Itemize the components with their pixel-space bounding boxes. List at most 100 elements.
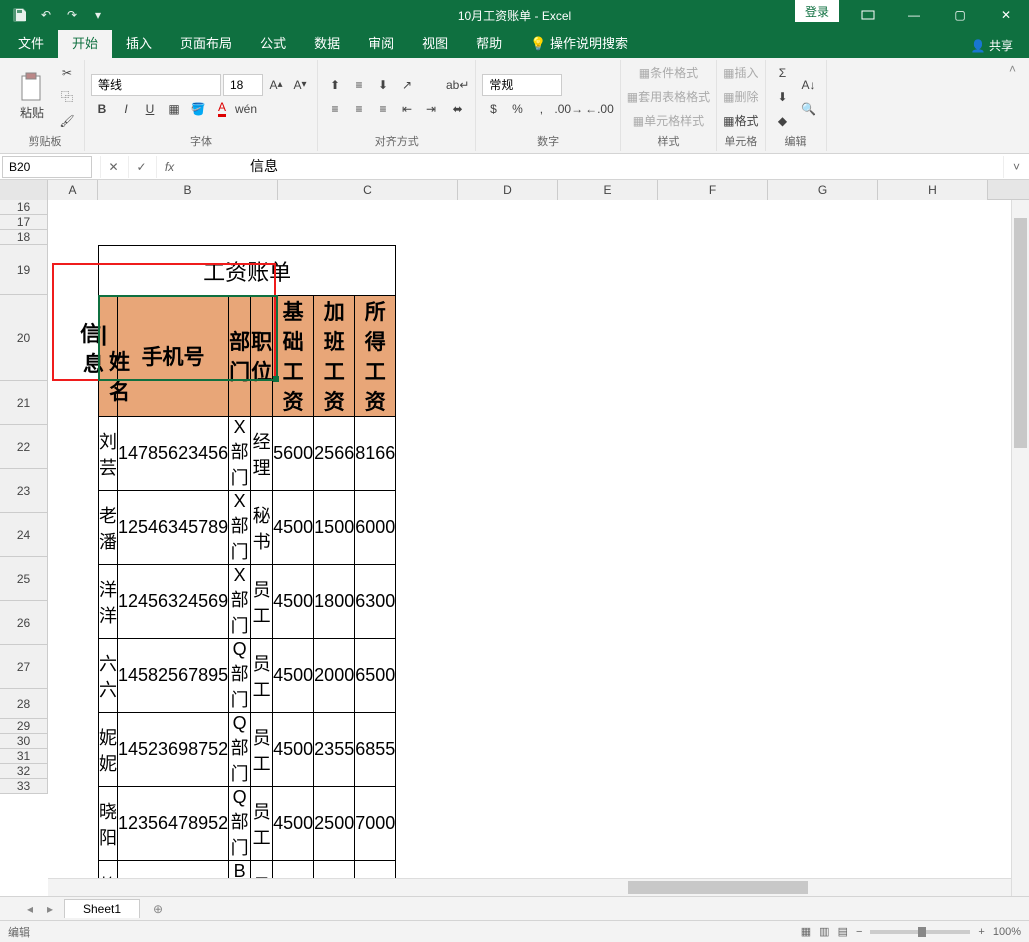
fill-icon[interactable]: ⬇ bbox=[772, 86, 794, 108]
fill-color-icon[interactable]: 🪣 bbox=[187, 98, 209, 120]
cell[interactable]: 2000 bbox=[314, 639, 355, 713]
collapse-ribbon-icon[interactable]: ˄ bbox=[1009, 62, 1025, 78]
indent-inc-icon[interactable]: ⇥ bbox=[420, 98, 442, 120]
copy-icon[interactable]: ⿻ bbox=[56, 86, 78, 108]
cell[interactable]: Q部门 bbox=[229, 713, 251, 787]
vertical-scrollbar[interactable] bbox=[1011, 200, 1029, 896]
indent-dec-icon[interactable]: ⇤ bbox=[396, 98, 418, 120]
tab-file[interactable]: 文件 bbox=[4, 27, 58, 58]
align-middle-icon[interactable]: ≡ bbox=[348, 74, 370, 96]
column-header[interactable]: H bbox=[878, 180, 988, 200]
cell[interactable]: 洋洋 bbox=[99, 565, 118, 639]
cell[interactable]: 14582567895 bbox=[118, 639, 229, 713]
clear-icon[interactable]: ◆ bbox=[772, 110, 794, 132]
shrink-font-icon[interactable]: A▾ bbox=[289, 74, 311, 96]
merge-center-icon[interactable]: ⬌ bbox=[446, 98, 469, 120]
sheet-tab[interactable]: Sheet1 bbox=[64, 899, 140, 918]
tab-review[interactable]: 审阅 bbox=[354, 27, 408, 58]
cell[interactable]: 12356478952 bbox=[118, 787, 229, 861]
cell[interactable]: 经理 bbox=[251, 417, 273, 491]
cell[interactable]: 老潘 bbox=[99, 491, 118, 565]
inc-decimal-icon[interactable]: .00→ bbox=[554, 98, 583, 120]
tab-view[interactable]: 视图 bbox=[408, 27, 462, 58]
ribbon-display-icon[interactable] bbox=[845, 0, 891, 30]
column-header[interactable]: F bbox=[658, 180, 768, 200]
orientation-icon[interactable]: ↗ bbox=[396, 74, 418, 96]
font-size-combo[interactable]: 18 bbox=[223, 74, 263, 96]
percent-icon[interactable]: % bbox=[506, 98, 528, 120]
close-icon[interactable]: ✕ bbox=[983, 0, 1029, 30]
row-header[interactable]: 21 bbox=[0, 381, 48, 425]
save-icon[interactable] bbox=[8, 3, 32, 27]
row-header[interactable]: 31 bbox=[0, 749, 48, 764]
font-color-icon[interactable]: A bbox=[211, 98, 233, 120]
insert-cells-button[interactable]: ▦ 插入 bbox=[723, 62, 758, 84]
column-header[interactable]: G bbox=[768, 180, 878, 200]
view-normal-icon[interactable]: ▦ bbox=[801, 925, 811, 938]
border-icon[interactable]: ▦ bbox=[163, 98, 185, 120]
cell[interactable]: 晓阳 bbox=[99, 787, 118, 861]
row-header[interactable]: 32 bbox=[0, 764, 48, 779]
cell[interactable]: X部门 bbox=[229, 417, 251, 491]
cell[interactable]: 6000 bbox=[355, 491, 396, 565]
formula-input[interactable]: 信息 bbox=[190, 156, 1003, 178]
cell[interactable]: 12546345789 bbox=[118, 491, 229, 565]
tab-insert[interactable]: 插入 bbox=[112, 27, 166, 58]
cell[interactable]: Q部门 bbox=[229, 787, 251, 861]
cell[interactable]: 4500 bbox=[273, 639, 314, 713]
delete-cells-button[interactable]: ▦ 删除 bbox=[723, 86, 758, 108]
tab-layout[interactable]: 页面布局 bbox=[166, 27, 246, 58]
confirm-edit-icon[interactable]: ✓ bbox=[128, 156, 154, 178]
wrap-text-icon[interactable]: ab↵ bbox=[446, 74, 469, 96]
format-cells-button[interactable]: ▦ 格式 bbox=[723, 110, 758, 132]
zoom-level[interactable]: 100% bbox=[993, 926, 1021, 938]
align-right-icon[interactable]: ≡ bbox=[372, 98, 394, 120]
cell[interactable]: 6500 bbox=[355, 639, 396, 713]
bold-icon[interactable]: B bbox=[91, 98, 113, 120]
row-header[interactable]: 22 bbox=[0, 425, 48, 469]
row-header[interactable]: 18 bbox=[0, 230, 48, 245]
column-header-cell[interactable]: 手机号 bbox=[118, 296, 229, 417]
cell[interactable]: 14523698752 bbox=[118, 713, 229, 787]
row-header[interactable]: 26 bbox=[0, 601, 48, 645]
cell[interactable]: 14785623456 bbox=[118, 417, 229, 491]
cell[interactable]: 12456324569 bbox=[118, 565, 229, 639]
sheet-nav-prev-icon[interactable]: ◂ bbox=[20, 902, 40, 916]
underline-icon[interactable]: U bbox=[139, 98, 161, 120]
cell[interactable]: 员工 bbox=[251, 565, 273, 639]
cell[interactable]: Q部门 bbox=[229, 639, 251, 713]
format-painter-icon[interactable]: 🖌 bbox=[56, 110, 78, 132]
view-pagelayout-icon[interactable]: ▥ bbox=[819, 925, 829, 938]
cancel-edit-icon[interactable]: ✕ bbox=[100, 156, 126, 178]
cell[interactable]: 1800 bbox=[314, 565, 355, 639]
diagonal-header[interactable]: 信|息姓 名 bbox=[99, 296, 118, 417]
cell[interactable]: 6300 bbox=[355, 565, 396, 639]
cell[interactable]: 7000 bbox=[355, 787, 396, 861]
column-header-cell[interactable]: 所得工资 bbox=[355, 296, 396, 417]
tell-me[interactable]: 💡 操作说明搜索 bbox=[516, 27, 642, 58]
column-header-cell[interactable]: 部门 bbox=[229, 296, 251, 417]
row-header[interactable]: 29 bbox=[0, 719, 48, 734]
share-button[interactable]: 👤 共享 bbox=[959, 33, 1025, 58]
zoom-out-icon[interactable]: − bbox=[856, 926, 862, 938]
find-select-icon[interactable]: 🔍 bbox=[798, 98, 820, 120]
login-button[interactable]: 登录 bbox=[795, 0, 839, 22]
column-header[interactable]: A bbox=[48, 180, 98, 200]
cond-format-button[interactable]: ▦ 条件格式 bbox=[627, 62, 710, 84]
cell[interactable]: 2566 bbox=[314, 417, 355, 491]
cut-icon[interactable]: ✂ bbox=[56, 62, 78, 84]
paste-button[interactable]: 粘贴 bbox=[12, 67, 52, 127]
undo-icon[interactable]: ↶ bbox=[34, 3, 58, 27]
cell[interactable]: 六六 bbox=[99, 639, 118, 713]
currency-icon[interactable]: $ bbox=[482, 98, 504, 120]
cell[interactable]: 2355 bbox=[314, 713, 355, 787]
italic-icon[interactable]: I bbox=[115, 98, 137, 120]
row-header[interactable]: 25 bbox=[0, 557, 48, 601]
table-format-button[interactable]: ▦ 套用表格格式 bbox=[627, 86, 710, 108]
number-format-combo[interactable]: 常规 bbox=[482, 74, 562, 96]
column-header[interactable]: C bbox=[278, 180, 458, 200]
cell[interactable]: 刘芸 bbox=[99, 417, 118, 491]
column-header-cell[interactable]: 基础工资 bbox=[273, 296, 314, 417]
add-sheet-icon[interactable]: ⊕ bbox=[146, 899, 170, 919]
row-header[interactable]: 30 bbox=[0, 734, 48, 749]
